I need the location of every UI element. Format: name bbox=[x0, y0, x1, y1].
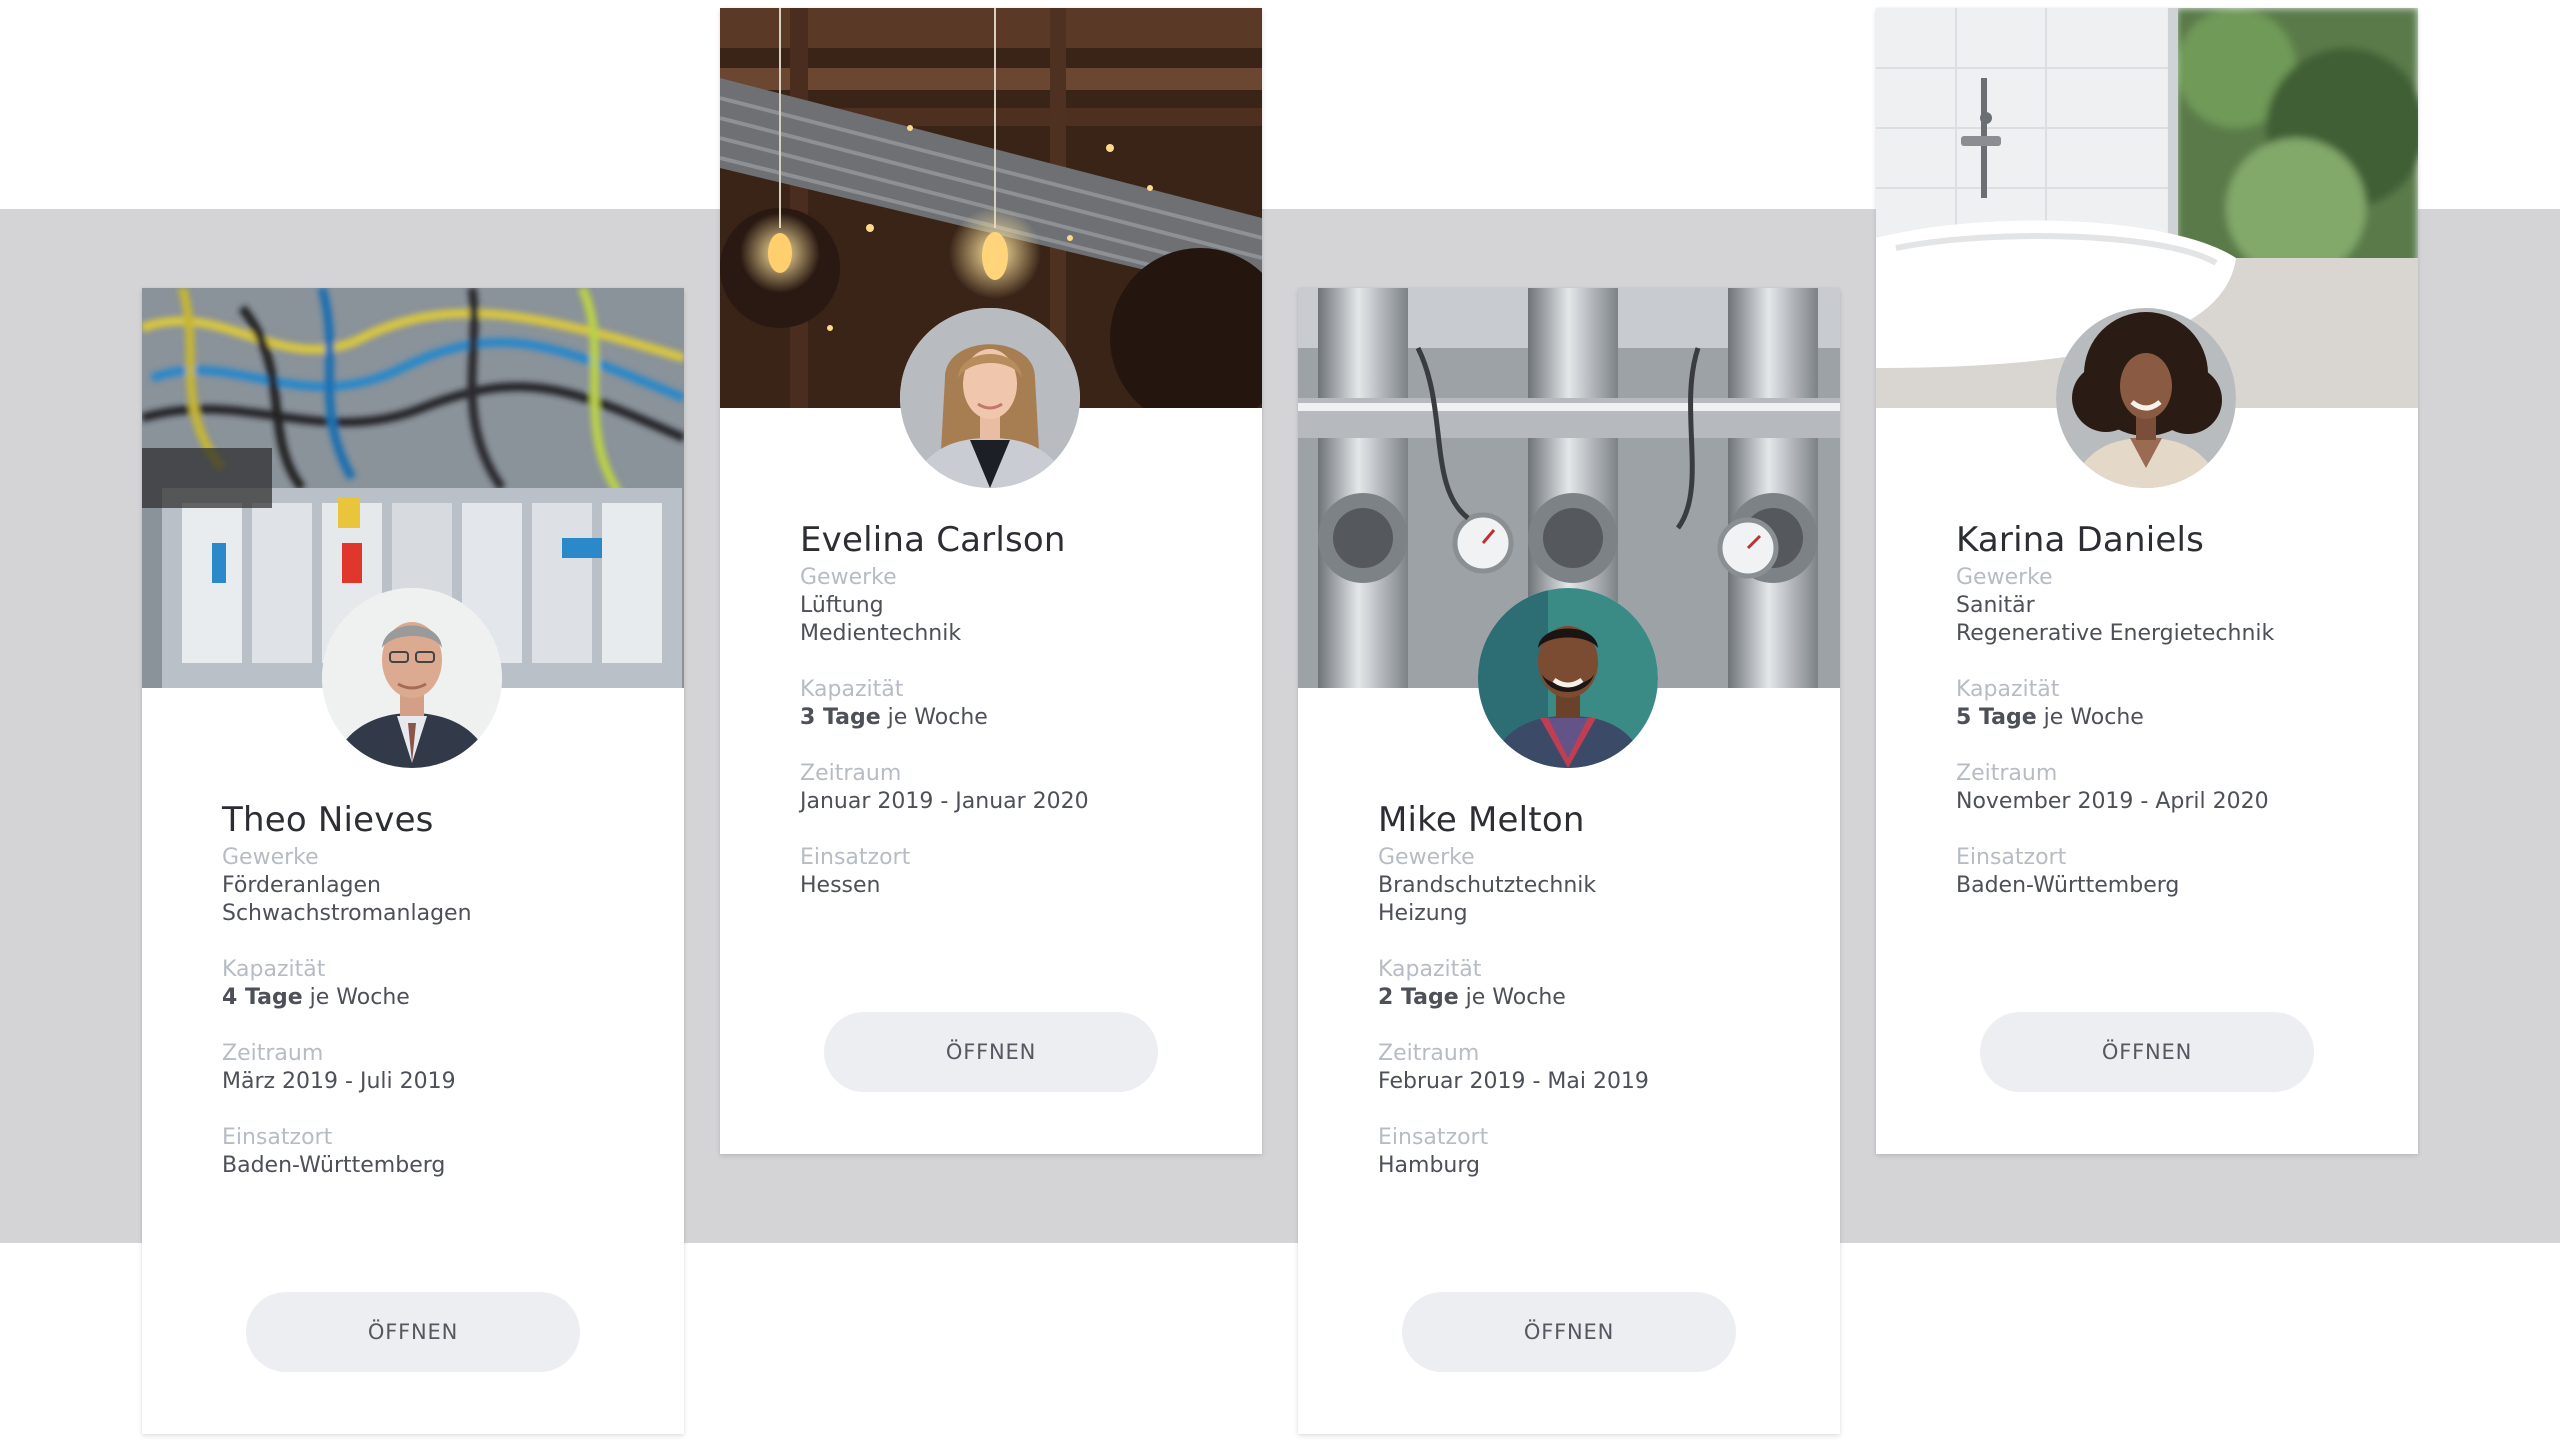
capacity-value: 4 Tage je Woche bbox=[222, 984, 662, 1012]
avatar bbox=[322, 588, 502, 768]
location-value: Hessen bbox=[800, 873, 881, 898]
trade-value: Förderanlagen bbox=[222, 873, 381, 898]
capacity-days: 5 Tage bbox=[1956, 705, 2037, 730]
avatar bbox=[2056, 308, 2236, 488]
trade-value: Heizung bbox=[1378, 901, 1468, 926]
period-label: Zeitraum bbox=[222, 1041, 324, 1066]
profile-card: Mike Melton Gewerke Brandschutztechnik H… bbox=[1298, 288, 1840, 1434]
capacity-label: Kapazität bbox=[1956, 677, 2060, 702]
trade-value: Schwachstromanlagen bbox=[222, 901, 472, 926]
profile-info: Mike Melton Gewerke Brandschutztechnik H… bbox=[1378, 800, 1818, 1180]
capacity-label: Kapazität bbox=[222, 957, 326, 982]
period-value: Februar 2019 - Mai 2019 bbox=[1378, 1069, 1649, 1094]
location-label: Einsatzort bbox=[1956, 845, 2067, 870]
profile-card: Theo Nieves Gewerke Förderanlagen Schwac… bbox=[142, 288, 684, 1434]
capacity-value: 2 Tage je Woche bbox=[1378, 984, 1818, 1012]
location-value: Baden-Württemberg bbox=[1956, 873, 2180, 898]
trades-label: Gewerke bbox=[800, 565, 897, 590]
avatar bbox=[900, 308, 1080, 488]
profile-info: Karina Daniels Gewerke Sanitär Regenerat… bbox=[1956, 520, 2396, 900]
profile-info: Theo Nieves Gewerke Förderanlagen Schwac… bbox=[222, 800, 662, 1180]
per-week-text: je Woche bbox=[1465, 985, 1566, 1010]
avatar bbox=[1478, 588, 1658, 768]
period-value: November 2019 - April 2020 bbox=[1956, 789, 2269, 814]
location-label: Einsatzort bbox=[1378, 1125, 1489, 1150]
trade-value: Sanitär bbox=[1956, 593, 2035, 618]
per-week-text: je Woche bbox=[2043, 705, 2144, 730]
trades-label: Gewerke bbox=[1378, 845, 1475, 870]
open-button[interactable]: ÖFFNEN bbox=[1402, 1292, 1736, 1372]
open-button[interactable]: ÖFFNEN bbox=[246, 1292, 580, 1372]
profile-info: Evelina Carlson Gewerke Lüftung Mediente… bbox=[800, 520, 1240, 900]
location-label: Einsatzort bbox=[800, 845, 911, 870]
location-label: Einsatzort bbox=[222, 1125, 333, 1150]
open-button[interactable]: ÖFFNEN bbox=[1980, 1012, 2314, 1092]
profile-card: Evelina Carlson Gewerke Lüftung Mediente… bbox=[720, 8, 1262, 1154]
period-label: Zeitraum bbox=[1378, 1041, 1480, 1066]
period-value: Januar 2019 - Januar 2020 bbox=[800, 789, 1089, 814]
location-value: Baden-Württemberg bbox=[222, 1153, 446, 1178]
trade-value: Brandschutztechnik bbox=[1378, 873, 1597, 898]
capacity-value: 5 Tage je Woche bbox=[1956, 704, 2396, 732]
capacity-days: 4 Tage bbox=[222, 985, 303, 1010]
profile-name: Evelina Carlson bbox=[800, 520, 1066, 560]
period-label: Zeitraum bbox=[800, 761, 902, 786]
capacity-label: Kapazität bbox=[800, 677, 904, 702]
trades-label: Gewerke bbox=[1956, 565, 2053, 590]
location-value: Hamburg bbox=[1378, 1153, 1480, 1178]
period-value: März 2019 - Juli 2019 bbox=[222, 1069, 456, 1094]
profile-name: Karina Daniels bbox=[1956, 520, 2205, 560]
per-week-text: je Woche bbox=[887, 705, 988, 730]
profile-name: Theo Nieves bbox=[222, 800, 434, 840]
profile-name: Mike Melton bbox=[1378, 800, 1585, 840]
trade-value: Lüftung bbox=[800, 593, 884, 618]
capacity-label: Kapazität bbox=[1378, 957, 1482, 982]
period-label: Zeitraum bbox=[1956, 761, 2058, 786]
capacity-value: 3 Tage je Woche bbox=[800, 704, 1240, 732]
trade-value: Regenerative Energietechnik bbox=[1956, 621, 2275, 646]
open-button[interactable]: ÖFFNEN bbox=[824, 1012, 1158, 1092]
per-week-text: je Woche bbox=[309, 985, 410, 1010]
capacity-days: 2 Tage bbox=[1378, 985, 1459, 1010]
trade-value: Medientechnik bbox=[800, 621, 962, 646]
capacity-days: 3 Tage bbox=[800, 705, 881, 730]
trades-label: Gewerke bbox=[222, 845, 319, 870]
profile-card: Karina Daniels Gewerke Sanitär Regenerat… bbox=[1876, 8, 2418, 1154]
